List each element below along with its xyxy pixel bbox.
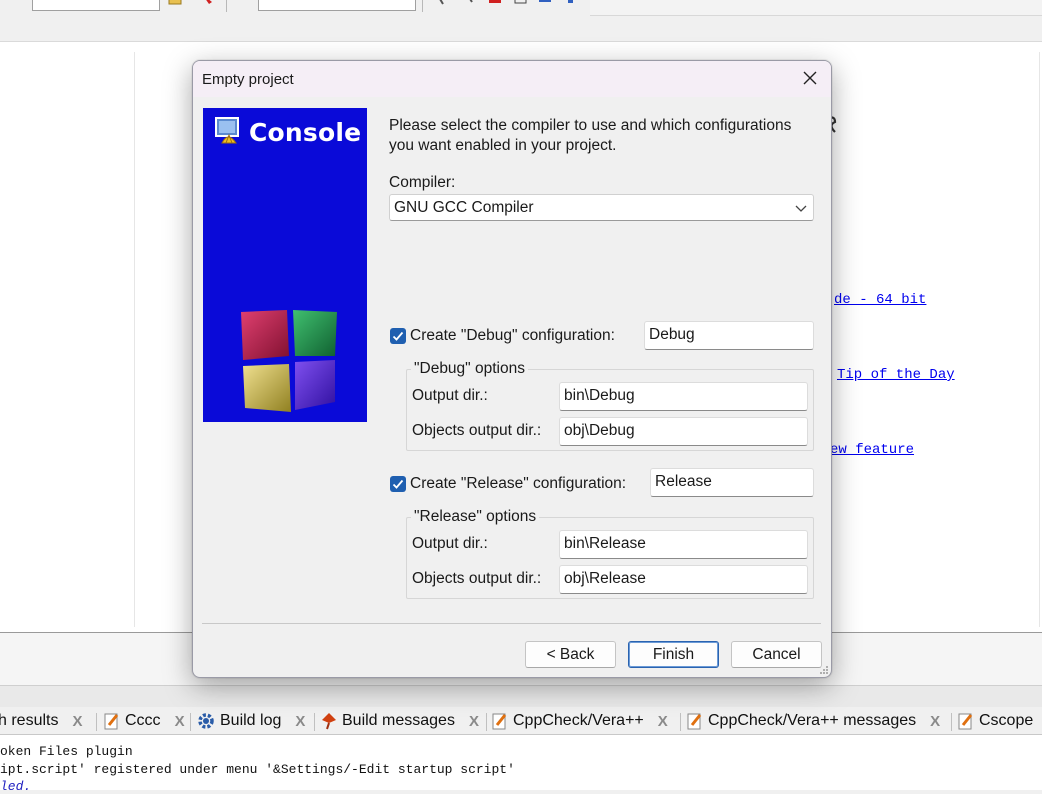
- toolbar-dropdown[interactable]: [32, 0, 160, 11]
- button-divider: [202, 623, 821, 624]
- checkmark-icon: [392, 479, 404, 489]
- release-objects-value: obj\Release: [564, 570, 646, 587]
- cancel-button[interactable]: Cancel: [731, 641, 822, 668]
- tab-close-icon[interactable]: X: [930, 713, 940, 730]
- tab-cppcheck-messages[interactable]: CppCheck/Vera++ messages X: [687, 707, 940, 735]
- compiler-value: GNU GCC Compiler: [394, 199, 534, 216]
- debug-objects-value: obj\Debug: [564, 422, 635, 439]
- compiler-label: Compiler:: [389, 174, 456, 191]
- log-output: oken Files plugin ipt.script' registered…: [0, 735, 1042, 794]
- debug-name-input[interactable]: Debug: [644, 321, 814, 350]
- tab-label: Build messages: [342, 712, 455, 729]
- tab-separator: [486, 713, 487, 731]
- tab-close-icon[interactable]: X: [175, 713, 185, 730]
- tab-build-messages[interactable]: Build messages X: [321, 707, 479, 735]
- release-config-label: Create "Release" configuration:: [410, 475, 627, 492]
- close-button[interactable]: [797, 65, 823, 91]
- compiler-select[interactable]: GNU GCC Compiler: [389, 194, 814, 221]
- tab-cscope[interactable]: Cscope: [958, 707, 1033, 735]
- toolbar-window-icon[interactable]: [514, 0, 528, 6]
- log-line: oken Files plugin: [0, 744, 133, 759]
- toolbar-pin-icon[interactable]: [200, 0, 214, 6]
- release-output-input[interactable]: bin\Release: [559, 530, 808, 559]
- tab-separator: [951, 713, 952, 731]
- pencil-doc-icon: [687, 713, 702, 730]
- codeblocks-logo-icon: [241, 310, 337, 412]
- main-toolbar: [0, 0, 1042, 16]
- dialog-title: Empty project: [202, 71, 294, 88]
- toolbar-combo[interactable]: [258, 0, 416, 11]
- tab-label: CppCheck/Vera++: [513, 712, 644, 729]
- diamond-pin-icon: [322, 713, 336, 730]
- banner-title: Console: [249, 118, 362, 147]
- toolbar-arrow-icon[interactable]: [436, 0, 450, 6]
- console-app-icon: [215, 117, 239, 144]
- tab-close-icon[interactable]: X: [72, 713, 82, 730]
- back-button[interactable]: < Back: [525, 641, 616, 668]
- release-output-label: Output dir.:: [412, 535, 488, 552]
- tab-label: CppCheck/Vera++ messages: [708, 712, 917, 729]
- pencil-doc-icon: [492, 713, 507, 730]
- toolbar-stop-icon[interactable]: [488, 0, 502, 6]
- secondary-toolbar: [0, 16, 1042, 42]
- checkmark-icon: [392, 331, 404, 341]
- tab-separator: [190, 713, 191, 731]
- release-name-value: Release: [655, 473, 712, 490]
- tab-search-results[interactable]: h results X: [0, 707, 82, 735]
- tab-cccc[interactable]: Cccc X: [104, 707, 185, 735]
- intro-text: Please select the compiler to use and wh…: [389, 117, 792, 154]
- start-link-tip-of-day[interactable]: Tip of the Day: [837, 367, 955, 383]
- tab-close-icon[interactable]: X: [658, 713, 668, 730]
- logs-tab-bar: h results X Cccc X Build log X Build mes…: [0, 707, 1042, 735]
- toolbar-arrow-icon[interactable]: [464, 0, 478, 6]
- tab-label: h results: [0, 712, 59, 729]
- log-line: led.: [0, 779, 32, 794]
- debug-output-label: Output dir.:: [412, 387, 488, 404]
- chevron-down-icon: [795, 205, 807, 212]
- toolbar-separator: [226, 0, 227, 12]
- toolbar-right-area: [590, 0, 1042, 16]
- toolbar-folder-icon[interactable]: [168, 0, 182, 6]
- tab-separator: [96, 713, 97, 731]
- debug-config-checkbox[interactable]: [390, 328, 406, 344]
- debug-output-input[interactable]: bin\Debug: [559, 382, 808, 411]
- tab-close-icon[interactable]: X: [295, 713, 305, 730]
- release-name-input[interactable]: Release: [650, 468, 814, 497]
- log-line: ipt.script' registered under menu '&Sett…: [0, 762, 515, 777]
- gear-icon: [198, 713, 214, 729]
- tab-cppcheck[interactable]: CppCheck/Vera++ X: [492, 707, 668, 735]
- toolbar-debug-icon[interactable]: [564, 0, 578, 6]
- debug-options-title: "Debug" options: [411, 360, 528, 378]
- finish-button[interactable]: Finish: [628, 641, 719, 668]
- debug-output-value: bin\Debug: [564, 387, 635, 404]
- debug-objects-label: Objects output dir.:: [412, 422, 542, 439]
- start-link-release[interactable]: de - 64 bit: [834, 292, 926, 308]
- resize-grip-icon[interactable]: [819, 665, 829, 675]
- pencil-doc-icon: [104, 713, 119, 730]
- tab-separator: [680, 713, 681, 731]
- tab-label: Build log: [220, 712, 282, 729]
- start-link-new-feature[interactable]: ew feature: [830, 442, 914, 458]
- debug-config-label: Create "Debug" configuration:: [410, 327, 615, 344]
- tab-separator: [314, 713, 315, 731]
- release-objects-label: Objects output dir.:: [412, 570, 542, 587]
- tab-label: Cscope: [979, 712, 1034, 729]
- wizard-banner: Console: [203, 108, 367, 422]
- empty-project-dialog: Empty project Console Please select the: [192, 60, 832, 678]
- release-output-value: bin\Release: [564, 535, 646, 552]
- toolbar-info-icon[interactable]: [538, 0, 552, 6]
- debug-name-value: Debug: [649, 326, 695, 343]
- close-icon: [803, 71, 817, 85]
- debug-objects-input[interactable]: obj\Debug: [559, 417, 808, 446]
- pencil-doc-icon: [958, 713, 973, 730]
- tab-close-icon[interactable]: X: [469, 713, 479, 730]
- tab-build-log[interactable]: Build log X: [197, 707, 305, 735]
- tab-label: Cccc: [125, 712, 161, 729]
- release-options-title: "Release" options: [411, 508, 540, 526]
- release-config-checkbox[interactable]: [390, 476, 406, 492]
- release-objects-input[interactable]: obj\Release: [559, 565, 808, 594]
- panel-splitter[interactable]: [0, 685, 1042, 707]
- dialog-titlebar[interactable]: Empty project: [193, 61, 831, 97]
- toolbar-separator: [422, 0, 423, 12]
